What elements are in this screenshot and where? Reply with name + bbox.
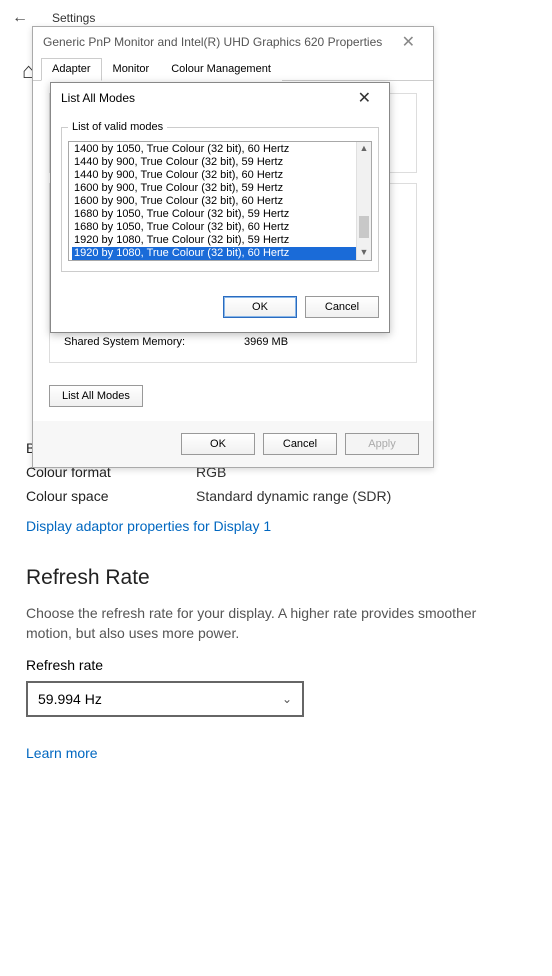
display-adaptor-link[interactable]: Display adaptor properties for Display 1 — [26, 518, 271, 534]
back-arrow-icon[interactable]: ← — [12, 9, 28, 27]
scroll-up-icon[interactable]: ▲ — [357, 142, 371, 156]
mode-item[interactable]: 1680 by 1050, True Colour (32 bit), 60 H… — [72, 221, 371, 234]
list-all-modes-button[interactable]: List All Modes — [49, 385, 143, 407]
chevron-down-icon: ⌄ — [282, 692, 292, 706]
valid-modes-group: List of valid modes 1400 by 1050, True C… — [61, 121, 379, 272]
scroll-thumb[interactable] — [359, 216, 369, 238]
modes-ok-button[interactable]: OK — [223, 296, 297, 318]
mode-item[interactable]: 1680 by 1050, True Colour (32 bit), 59 H… — [72, 208, 371, 221]
mode-item[interactable]: 1920 by 1080, True Colour (32 bit), 59 H… — [72, 234, 371, 247]
learn-more-link[interactable]: Learn more — [26, 745, 98, 761]
refresh-rate-desc: Choose the refresh rate for your display… — [26, 604, 526, 643]
prop-ok-button[interactable]: OK — [181, 433, 255, 455]
memory-value: 3969 MB — [244, 336, 288, 348]
refresh-rate-value: 59.994 Hz — [38, 691, 102, 707]
display-info-value: Standard dynamic range (SDR) — [196, 488, 391, 504]
tab-adapter[interactable]: Adapter — [41, 58, 102, 81]
refresh-rate-select[interactable]: 59.994 Hz ⌄ — [26, 681, 304, 717]
modes-dialog: List All Modes ✕ List of valid modes 140… — [50, 82, 390, 333]
close-icon[interactable]: ✕ — [350, 86, 379, 110]
prop-apply-button: Apply — [345, 433, 419, 455]
refresh-rate-label: Refresh rate — [26, 657, 526, 673]
scroll-down-icon[interactable]: ▼ — [357, 246, 371, 260]
mode-item[interactable]: 1440 by 900, True Colour (32 bit), 59 He… — [72, 156, 371, 169]
valid-modes-label: List of valid modes — [68, 121, 167, 133]
display-info-row: Colour spaceStandard dynamic range (SDR) — [26, 488, 526, 504]
tab-colour-management[interactable]: Colour Management — [160, 58, 282, 81]
tab-monitor[interactable]: Monitor — [102, 58, 161, 81]
refresh-rate-title: Refresh Rate — [26, 566, 526, 590]
mode-item[interactable]: 1600 by 900, True Colour (32 bit), 60 He… — [72, 195, 371, 208]
modes-cancel-button[interactable]: Cancel — [305, 296, 379, 318]
settings-title: Settings — [52, 11, 95, 25]
close-icon[interactable]: ✕ — [394, 30, 423, 54]
memory-label: Shared System Memory: — [64, 336, 244, 348]
modes-title: List All Modes — [61, 91, 135, 105]
mode-item[interactable]: 1440 by 900, True Colour (32 bit), 60 He… — [72, 169, 371, 182]
properties-title: Generic PnP Monitor and Intel(R) UHD Gra… — [43, 35, 382, 49]
prop-cancel-button[interactable]: Cancel — [263, 433, 337, 455]
memory-row: Shared System Memory:3969 MB — [64, 334, 402, 350]
mode-item[interactable]: 1400 by 1050, True Colour (32 bit), 60 H… — [72, 143, 371, 156]
mode-item[interactable]: 1920 by 1080, True Colour (32 bit), 60 H… — [72, 247, 371, 260]
mode-item[interactable]: 1600 by 900, True Colour (32 bit), 59 He… — [72, 182, 371, 195]
display-info-label: Colour space — [26, 488, 196, 504]
modes-listbox[interactable]: 1400 by 1050, True Colour (32 bit), 60 H… — [68, 141, 372, 261]
scrollbar[interactable]: ▲ ▼ — [356, 142, 371, 260]
